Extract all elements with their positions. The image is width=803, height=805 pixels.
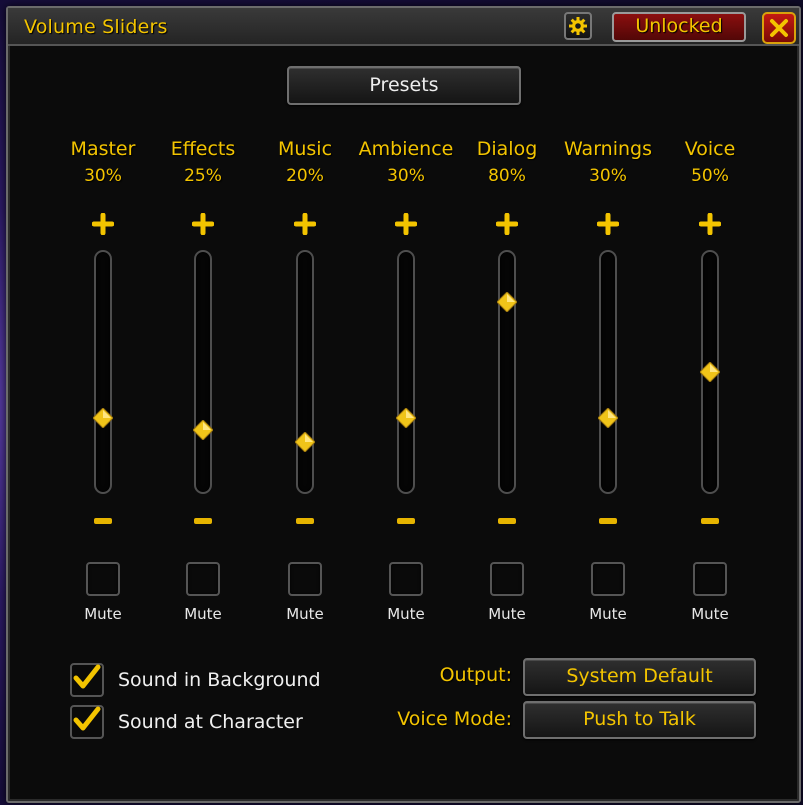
- volume-slider-thumb[interactable]: [294, 430, 316, 453]
- mute-checkbox[interactable]: [591, 562, 625, 596]
- volume-down-button[interactable]: [91, 514, 115, 528]
- volume-down-button[interactable]: [596, 514, 620, 528]
- mute-label: Mute: [589, 605, 627, 623]
- volume-slider-thumb[interactable]: [496, 291, 518, 314]
- minus-icon: [397, 518, 415, 524]
- volume-slider-track[interactable]: [498, 250, 516, 494]
- channel-volume-value: 30%: [84, 166, 122, 186]
- voice-mode-label: Voice Mode:: [397, 708, 512, 730]
- title-bar[interactable]: Volume Sliders Unlocked: [8, 8, 799, 46]
- mute-checkbox[interactable]: [490, 562, 524, 596]
- diamond-icon: [496, 291, 518, 314]
- presets-button[interactable]: Presets: [287, 66, 521, 105]
- plus-icon: [192, 213, 214, 235]
- gear-icon: [569, 17, 587, 35]
- volume-up-button[interactable]: [394, 212, 418, 236]
- volume-slider-thumb[interactable]: [597, 407, 619, 430]
- mute-checkbox[interactable]: [389, 562, 423, 596]
- volume-slider-thumb[interactable]: [192, 419, 214, 441]
- volume-up-button[interactable]: [698, 212, 722, 236]
- mute-label: Mute: [691, 605, 729, 623]
- minus-icon: [599, 518, 617, 524]
- close-button[interactable]: [762, 12, 796, 44]
- diamond-icon: [294, 430, 316, 453]
- volume-slider-track[interactable]: [397, 250, 415, 494]
- channel-label: Effects: [170, 138, 236, 160]
- output-dropdown[interactable]: System Default: [523, 658, 756, 696]
- mute-checkbox[interactable]: [693, 562, 727, 596]
- plus-icon: [699, 213, 721, 235]
- volume-slider-thumb[interactable]: [699, 361, 721, 383]
- plus-icon: [92, 213, 114, 235]
- diamond-icon: [597, 407, 619, 430]
- volume-slider-track[interactable]: [296, 250, 314, 494]
- mute-label: Mute: [488, 605, 526, 623]
- sound-at-character-label: Sound at Character: [118, 711, 303, 733]
- channel-label: Ambience: [358, 138, 454, 160]
- minus-icon: [296, 518, 314, 524]
- window-title: Volume Sliders: [24, 16, 168, 38]
- sound-in-background-checkbox[interactable]: [70, 663, 104, 697]
- plus-icon: [294, 213, 316, 235]
- channel-label: Warnings: [563, 138, 652, 160]
- mute-label: Mute: [387, 605, 425, 623]
- volume-up-button[interactable]: [495, 212, 519, 236]
- volume-slider-thumb[interactable]: [92, 407, 114, 430]
- output-label: Output:: [439, 664, 512, 686]
- volume-sliders-window: Volume Sliders Unlocked Presets Master 3…: [6, 6, 801, 803]
- channel-volume-value: 20%: [286, 166, 324, 186]
- diamond-icon: [699, 361, 721, 383]
- mute-label: Mute: [84, 605, 122, 623]
- settings-button[interactable]: [564, 12, 592, 40]
- channel-volume-value: 30%: [589, 166, 627, 186]
- mute-checkbox[interactable]: [288, 562, 322, 596]
- volume-up-button[interactable]: [293, 212, 317, 236]
- sound-in-background-label: Sound in Background: [118, 669, 321, 691]
- diamond-icon: [192, 419, 214, 441]
- volume-down-button[interactable]: [495, 514, 519, 528]
- volume-down-button[interactable]: [293, 514, 317, 528]
- close-icon: [770, 19, 788, 37]
- diamond-icon: [395, 407, 417, 430]
- channel-label: Music: [277, 138, 333, 160]
- channel-volume-value: 80%: [488, 166, 526, 186]
- volume-up-button[interactable]: [191, 212, 215, 236]
- minus-icon: [194, 518, 212, 524]
- minus-icon: [701, 518, 719, 524]
- channel-label: Dialog: [476, 138, 538, 160]
- channel-volume-value: 30%: [387, 166, 425, 186]
- volume-slider-thumb[interactable]: [395, 407, 417, 430]
- plus-icon: [597, 213, 619, 235]
- volume-down-button[interactable]: [191, 514, 215, 528]
- voice-mode-dropdown[interactable]: Push to Talk: [523, 701, 756, 739]
- channel-label: Master: [70, 138, 136, 160]
- volume-slider-track[interactable]: [194, 250, 212, 494]
- channel-volume-value: 50%: [691, 166, 729, 186]
- minus-icon: [94, 518, 112, 524]
- mute-checkbox[interactable]: [86, 562, 120, 596]
- minus-icon: [498, 518, 516, 524]
- mute-label: Mute: [184, 605, 222, 623]
- plus-icon: [496, 213, 518, 235]
- checkmark-icon: [73, 664, 101, 689]
- lock-toggle-button[interactable]: Unlocked: [612, 12, 746, 42]
- channel-label: Voice: [684, 138, 736, 160]
- channel-volume-value: 25%: [184, 166, 222, 186]
- volume-down-button[interactable]: [394, 514, 418, 528]
- volume-slider-track[interactable]: [94, 250, 112, 494]
- diamond-icon: [92, 407, 114, 430]
- volume-up-button[interactable]: [596, 212, 620, 236]
- volume-up-button[interactable]: [91, 212, 115, 236]
- mute-label: Mute: [286, 605, 324, 623]
- volume-slider-track[interactable]: [599, 250, 617, 494]
- mute-checkbox[interactable]: [186, 562, 220, 596]
- checkmark-icon: [73, 706, 101, 731]
- volume-down-button[interactable]: [698, 514, 722, 528]
- plus-icon: [395, 213, 417, 235]
- sound-at-character-checkbox[interactable]: [70, 705, 104, 739]
